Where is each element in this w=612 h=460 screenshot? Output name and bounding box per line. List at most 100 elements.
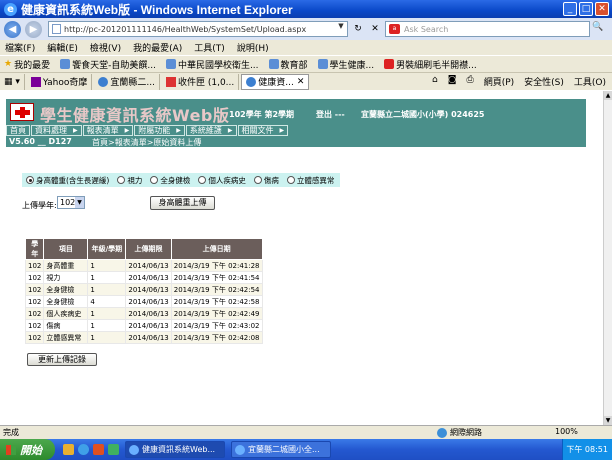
cmd-safety[interactable]: 安全性(S) <box>524 75 564 88</box>
nav-extras[interactable]: 附屬功能 ▶ <box>134 125 185 136</box>
quicklaunch-folder-icon[interactable] <box>63 444 74 455</box>
option-full-checkup[interactable]: 全身健檢 <box>150 175 190 186</box>
tab-yilan[interactable]: 宜蘭縣二... <box>94 73 160 90</box>
page-icon <box>52 24 61 34</box>
col-header: 上傳日期 <box>170 238 263 260</box>
version-label: V5.60 __ D127 <box>9 137 72 146</box>
option-height-weight[interactable]: 身高體重(含生長遲緩) <box>26 175 109 186</box>
cmd-page[interactable]: 網頁(P) <box>484 75 514 88</box>
option-vision[interactable]: 視力 <box>117 175 142 186</box>
menu-edit[interactable]: 編輯(E) <box>47 41 78 54</box>
scroll-down-icon[interactable]: ▼ <box>604 416 612 425</box>
tab-yahoo[interactable]: Yahoo奇摩 <box>27 73 93 90</box>
radio-button[interactable] <box>117 176 126 184</box>
maximize-button[interactable]: □ <box>579 2 593 16</box>
refresh-records-button[interactable]: 更新上傳記錄 <box>27 353 97 366</box>
search-go-icon[interactable]: 🔍 <box>592 22 606 36</box>
tab-close-icon[interactable]: ✕ <box>297 77 305 87</box>
cmd-tools[interactable]: 工具(O) <box>574 75 606 88</box>
option-injury[interactable]: 傷病 <box>253 175 279 186</box>
tab-bar: ▦ ▾ Yahoo奇摩 宜蘭縣二... 收件匣 (1,0... 健康資... ✕ … <box>0 72 612 90</box>
app-banner: 學生健康資訊系統Web版 102學年 第2學期 登出 --- 宜蘭縣立二城國小(… <box>6 99 586 147</box>
radio-button[interactable] <box>286 176 295 184</box>
chevron-right-icon: ▶ <box>227 126 233 134</box>
logout-link[interactable]: 登出 --- <box>316 109 345 120</box>
semester-label: 102學年 第2學期 <box>229 110 295 119</box>
favorites-label[interactable]: 我的最愛 <box>14 58 50 71</box>
start-button[interactable]: 開始 <box>0 439 55 460</box>
quicklaunch-media-icon[interactable] <box>93 444 104 455</box>
stop-icon[interactable]: ✕ <box>368 22 382 36</box>
vertical-scrollbar[interactable]: ▲ ▼ <box>603 91 612 425</box>
search-placeholder[interactable]: Ask Search <box>404 25 448 34</box>
favorite-item[interactable]: 學生健康... <box>317 58 374 71</box>
address-url[interactable]: http://pc-201201111146/HealthWeb/SystemS… <box>64 25 306 34</box>
tab-inbox[interactable]: 收件匣 (1,0... <box>162 73 240 90</box>
tab-health[interactable]: 健康資... ✕ <box>241 73 310 90</box>
address-toolbar: ◀ ▶ http://pc-201201111146/HealthWeb/Sys… <box>0 18 612 40</box>
ie-page-icon <box>235 444 245 455</box>
home-icon[interactable]: ⌂ <box>432 75 438 88</box>
print-icon[interactable]: ⎙ <box>466 75 473 88</box>
search-box[interactable]: a Ask Search <box>385 21 590 37</box>
menu-file[interactable]: 檔案(F) <box>5 41 35 54</box>
favorite-item[interactable]: 男裝細刷毛半開襟... <box>384 58 477 71</box>
forward-button[interactable]: ▶ <box>25 20 42 38</box>
menu-tools[interactable]: 工具(T) <box>194 41 225 54</box>
taskbar-item-health[interactable]: 健康資訊系統Web... <box>125 441 225 458</box>
upload-type-options: 身高體重(含生長遲緩) 視力 全身健檢 個人疾病史 傷病 立體感異常 <box>22 173 340 187</box>
clock[interactable]: 下午 08:51 <box>566 444 608 455</box>
table-row: 102 傷病 1 2014/06/13 2014/3/19 下午 02:43:02 <box>24 319 263 332</box>
taskbar-item-school[interactable]: 宜蘭縣二城國小全... <box>231 441 331 458</box>
nav-documents[interactable]: 相關文件 ▶ <box>237 125 289 136</box>
radio-button[interactable] <box>150 176 159 184</box>
ie-page-icon <box>98 76 109 87</box>
status-text: 完成 <box>3 428 19 437</box>
back-button[interactable]: ◀ <box>4 20 21 38</box>
nav-data-processing[interactable]: 資料處理 ▶ <box>31 125 82 136</box>
status-bar: 完成 網際網路 100% <box>0 425 612 439</box>
menu-favorites[interactable]: 我的最愛(A) <box>133 41 182 54</box>
favorites-bar: ★ 我的最愛 饗食天堂-自助美饌... 中華民國學校衛生... 教育部 學生健康… <box>0 55 612 72</box>
favorite-item[interactable]: 饗食天堂-自助美饌... <box>60 58 156 71</box>
quicklaunch-ie-icon[interactable] <box>78 444 89 455</box>
table-row: 102 立體感異常 1 2014/06/13 2014/3/19 下午 02:42:08 <box>24 331 263 344</box>
nav-system[interactable]: 系統維護 ▶ <box>185 125 237 136</box>
col-header: 上傳期限 <box>125 238 172 260</box>
scroll-up-icon[interactable]: ▲ <box>604 91 612 100</box>
favorites-star-icon[interactable]: ★ <box>4 59 12 69</box>
option-stereo-abnormal[interactable]: 立體感異常 <box>286 175 334 186</box>
tab-list-icon[interactable]: ▦ ▾ <box>0 73 25 90</box>
quicklaunch-app-icon[interactable] <box>108 444 119 455</box>
close-button[interactable]: ✕ <box>595 2 609 16</box>
favorite-item[interactable]: 教育部 <box>268 58 308 71</box>
ie-logo-icon: e <box>4 2 17 16</box>
favorite-item[interactable]: 中華民國學校衛生... <box>165 58 259 71</box>
page-content: 學生健康資訊系統Web版 102學年 第2學期 登出 --- 宜蘭縣立二城國小(… <box>0 91 603 425</box>
upload-button[interactable]: 身高體重上傳 <box>150 196 215 210</box>
ie-page-icon <box>129 444 139 455</box>
menu-help[interactable]: 說明(H) <box>237 41 269 54</box>
address-dropdown-icon[interactable]: ▼ <box>335 22 347 36</box>
taskbar: 開始 健康資訊系統Web... 宜蘭縣二城國小全... 下午 08:51 <box>0 439 612 460</box>
zoom-level[interactable]: 100% <box>555 427 578 436</box>
nav-reports[interactable]: 報表清單 ▶ <box>82 125 134 136</box>
radio-button[interactable] <box>198 176 207 184</box>
address-bar[interactable]: http://pc-201201111146/HealthWeb/SystemS… <box>48 21 348 37</box>
option-disease-history[interactable]: 個人疾病史 <box>198 175 246 186</box>
upload-year-select[interactable]: 102 ▼ <box>57 196 85 209</box>
security-zone: 網際網路 <box>437 427 482 438</box>
radio-button[interactable] <box>26 176 34 184</box>
menu-view[interactable]: 檢視(V) <box>90 41 121 54</box>
radio-button[interactable] <box>253 176 262 184</box>
minimize-button[interactable]: _ <box>563 2 577 16</box>
refresh-icon[interactable]: ↻ <box>351 22 365 36</box>
chevron-down-icon[interactable]: ▼ <box>75 197 84 208</box>
favorite-site-icon <box>268 59 279 69</box>
chevron-right-icon: ▶ <box>279 126 285 134</box>
app-nav-menu: 首頁 資料處理 ▶ 報表清單 ▶ 附屬功能 ▶ 系統維護 ▶ 相關文件 ▶ <box>6 125 586 137</box>
yahoo-icon <box>30 76 41 87</box>
app-title: 學生健康資訊系統Web版 <box>40 106 230 125</box>
feeds-icon[interactable]: ◙ <box>448 75 457 88</box>
nav-home[interactable]: 首頁 <box>6 125 30 136</box>
